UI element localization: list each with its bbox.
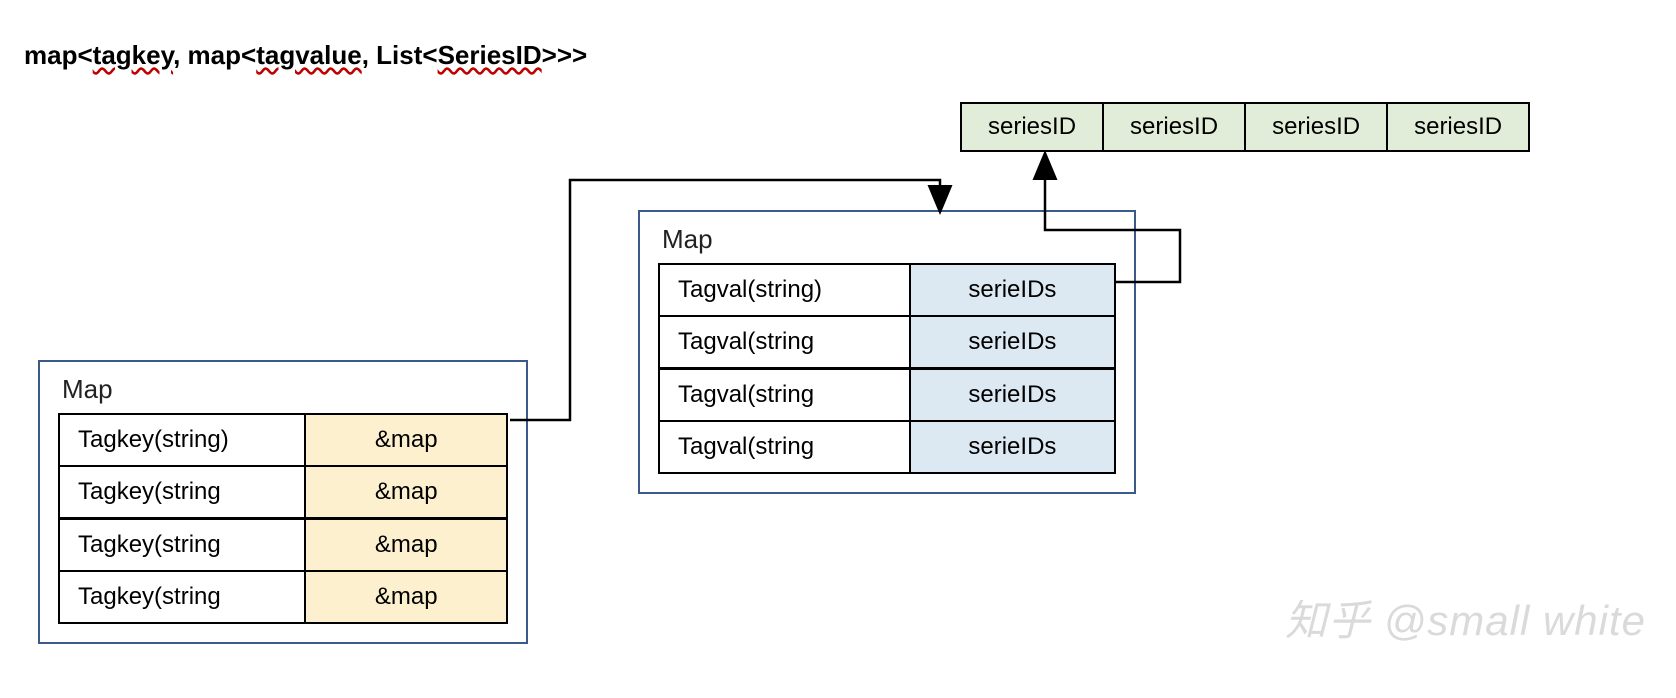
seriesid-cell: seriesID	[960, 102, 1104, 152]
watermark: 知乎 @small white	[1285, 587, 1646, 648]
tagval-cell: Tagval(string)	[659, 264, 910, 316]
map-pointer-cell: &map	[305, 519, 507, 572]
outer-map-table: Tagkey(string) &map Tagkey(string &map T…	[58, 413, 508, 624]
tagkey-cell: Tagkey(string	[59, 571, 305, 623]
tagval-cell: Tagval(string	[659, 316, 910, 369]
table-row: Tagval(string serieIDs	[659, 316, 1115, 369]
inner-map-box: Map Tagval(string) serieIDs Tagval(strin…	[638, 210, 1136, 494]
map-pointer-cell: &map	[305, 466, 507, 519]
title-underline-seriesid: SeriesID	[438, 40, 542, 70]
title-part: , List<	[362, 40, 438, 70]
serieids-cell: serieIDs	[910, 316, 1115, 369]
title-part: map<	[24, 40, 93, 70]
serieids-cell: serieIDs	[910, 421, 1115, 473]
outer-map-label: Map	[58, 374, 508, 405]
table-row: Tagkey(string &map	[59, 466, 507, 519]
inner-map-label: Map	[658, 224, 1116, 255]
seriesid-cell: seriesID	[1388, 102, 1530, 152]
table-row: Tagkey(string &map	[59, 571, 507, 623]
table-row: Tagkey(string &map	[59, 519, 507, 572]
type-signature: map<tagkey, map<tagvalue, List<SeriesID>…	[24, 40, 587, 71]
serieids-cell: serieIDs	[910, 264, 1115, 316]
title-part: >>>	[542, 40, 588, 70]
table-row: Tagval(string serieIDs	[659, 421, 1115, 473]
seriesid-cell: seriesID	[1246, 102, 1388, 152]
tagkey-cell: Tagkey(string	[59, 519, 305, 572]
map-pointer-cell: &map	[305, 414, 507, 466]
tagkey-cell: Tagkey(string	[59, 466, 305, 519]
title-underline-tagvalue: tagvalue	[256, 40, 362, 70]
table-row: Tagval(string) serieIDs	[659, 264, 1115, 316]
title-underline-tagkey: tagkey	[93, 40, 173, 70]
seriesid-list: seriesID seriesID seriesID seriesID	[960, 102, 1530, 152]
tagval-cell: Tagval(string	[659, 421, 910, 473]
table-row: Tagkey(string) &map	[59, 414, 507, 466]
tagval-cell: Tagval(string	[659, 369, 910, 422]
serieids-cell: serieIDs	[910, 369, 1115, 422]
inner-map-table: Tagval(string) serieIDs Tagval(string se…	[658, 263, 1116, 474]
outer-map-box: Map Tagkey(string) &map Tagkey(string &m…	[38, 360, 528, 644]
title-part: , map<	[173, 40, 256, 70]
table-row: Tagval(string serieIDs	[659, 369, 1115, 422]
tagkey-cell: Tagkey(string)	[59, 414, 305, 466]
seriesid-cell: seriesID	[1104, 102, 1246, 152]
map-pointer-cell: &map	[305, 571, 507, 623]
